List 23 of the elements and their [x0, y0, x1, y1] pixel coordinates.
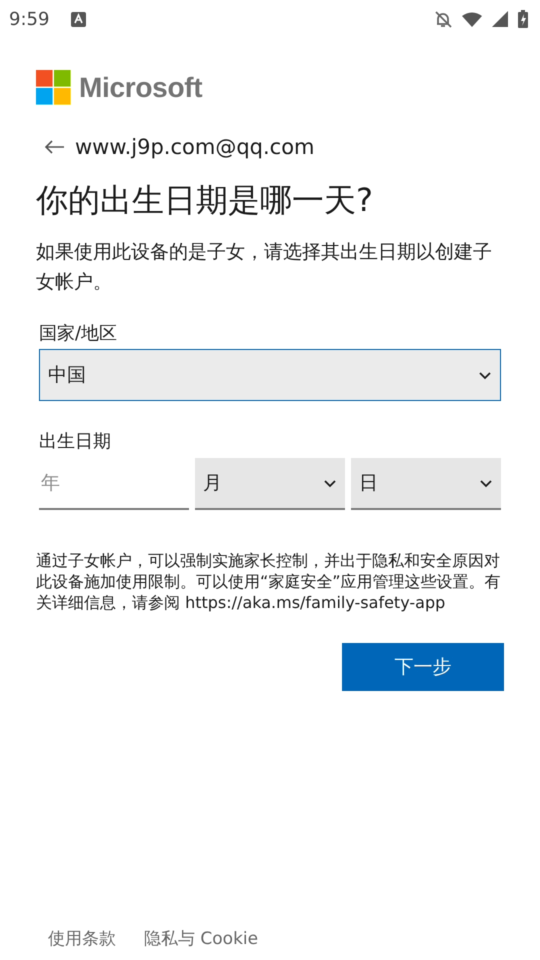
field-label: 国家/地区: [39, 322, 118, 345]
date-select[interactable]: 月: [195, 458, 345, 510]
logo-icon: [36, 70, 71, 105]
date-select[interactable]: 日: [351, 458, 501, 510]
year-field[interactable]: 年: [39, 458, 189, 510]
status-time: 9:59: [9, 8, 50, 30]
battery-charging-icon: [518, 10, 528, 28]
back-button[interactable]: [44, 139, 65, 155]
page-title: 你的出生日期是哪一天?: [36, 180, 374, 221]
wifi-icon: [462, 11, 482, 27]
description-text: 如果使用此设备的是子女，请选择其出生日期以创建子女帐户。: [36, 240, 493, 295]
bell-off-icon: [434, 10, 452, 28]
footer-link[interactable]: 隐私与 Cookie: [144, 927, 258, 950]
logo-text: Microsoft: [79, 72, 202, 104]
signal-icon: [492, 11, 508, 27]
account-email: www.j9p.com@qq.com: [75, 135, 315, 159]
footer-link[interactable]: 使用条款: [48, 927, 116, 950]
next-button[interactable]: 下一步: [342, 643, 504, 691]
notification-icon: [71, 12, 86, 26]
info-text: 通过子女帐户，可以强制实施家长控制，并出于隐私和安全原因对此设备施加使用限制。可以使用“家庭安全”应用管理这些设置。有关详细信息，请参阅 https://aka.ms/family-safety-app: [36, 550, 502, 613]
field-label: 出生日期: [39, 430, 112, 453]
country-select[interactable]: 中国: [39, 349, 501, 401]
back-arrow-icon: [44, 139, 65, 155]
